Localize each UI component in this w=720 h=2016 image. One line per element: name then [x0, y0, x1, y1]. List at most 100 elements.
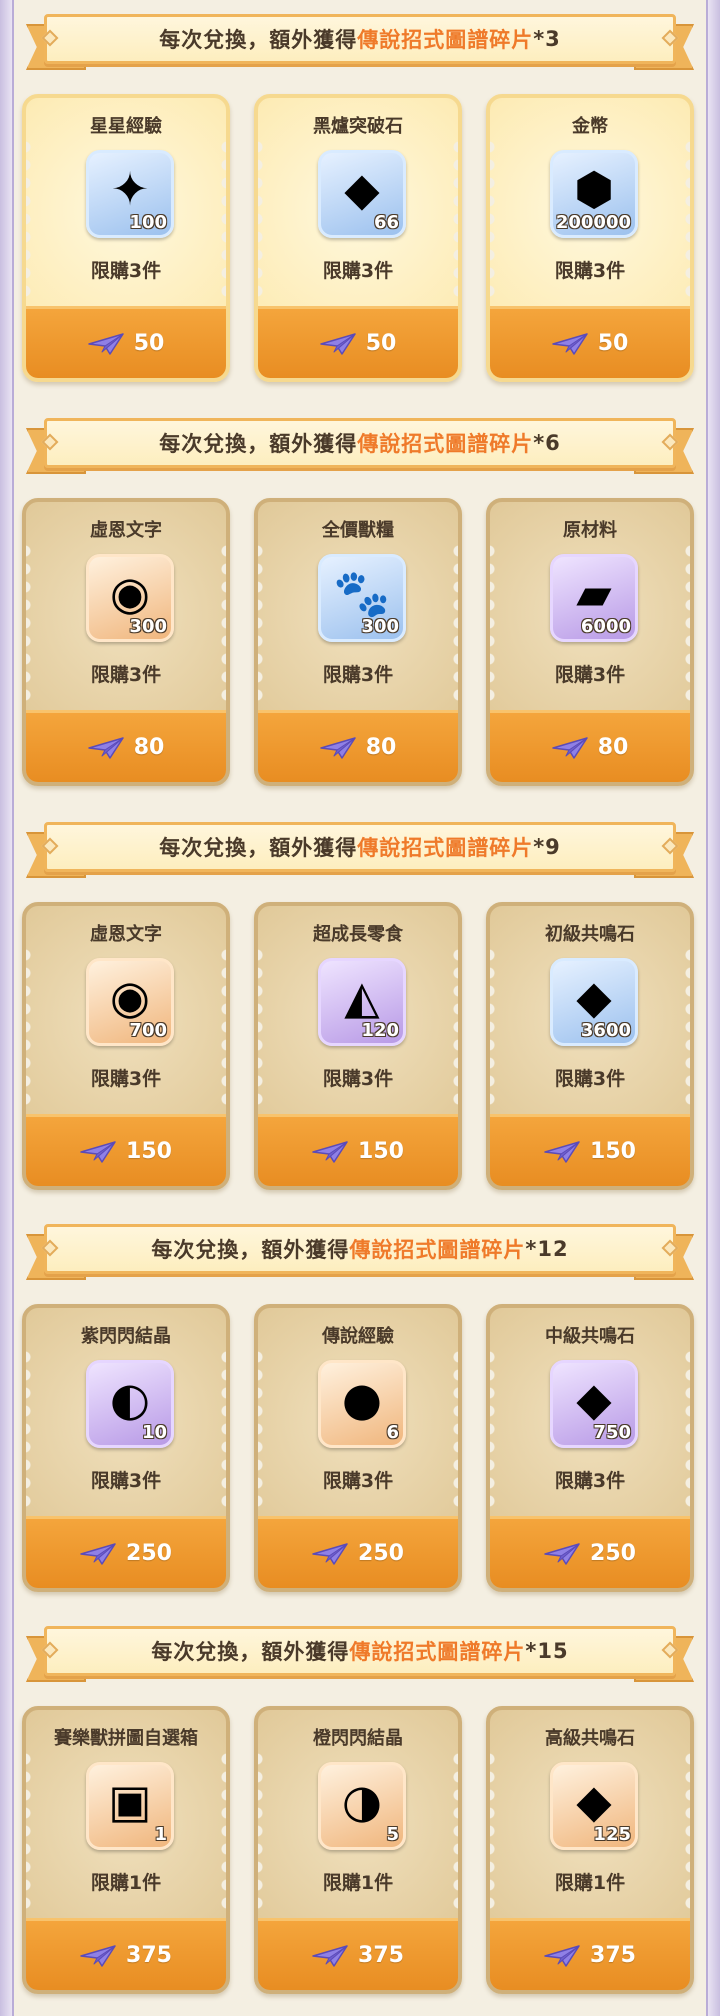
price-value: 50: [133, 331, 165, 356]
orange-cat-crystal-icon: ◑: [341, 1774, 383, 1828]
item-icon-frame: ◑ 5: [318, 1762, 406, 1850]
purchase-limit: 限購1件: [322, 1872, 394, 1894]
buy-button[interactable]: 50: [258, 306, 458, 378]
buy-button[interactable]: 250: [258, 1516, 458, 1588]
blue-crystal-icon: ◆: [576, 970, 612, 1024]
price-value: 375: [590, 1943, 636, 1968]
buy-button[interactable]: 250: [490, 1516, 690, 1588]
item-card[interactable]: 初級共鳴石 ◆ 3600 限購3件 150: [486, 902, 694, 1190]
black-ore-icon: ◆: [344, 162, 380, 216]
gold-coin-icon: ⬢: [573, 162, 615, 216]
purchase-limit: 限購3件: [322, 1470, 394, 1492]
item-card[interactable]: 橙閃閃結晶 ◑ 5 限購1件 375: [254, 1706, 462, 1994]
item-icon-frame: ◆ 750: [550, 1360, 638, 1448]
item-card[interactable]: 虛恩文字 ◉ 700 限購3件 150: [22, 902, 230, 1190]
buy-button[interactable]: 150: [258, 1114, 458, 1186]
purchase-limit: 限購3件: [554, 1068, 626, 1090]
banner-highlight: 傳說招式圖譜碎片: [357, 28, 534, 52]
item-name: 賽樂獸拼圖自選箱: [54, 1728, 198, 1749]
item-name: 星星經驗: [90, 116, 162, 137]
item-card[interactable]: 賽樂獸拼圖自選箱 ▣ 1 限購1件 375: [22, 1706, 230, 1994]
item-card[interactable]: 中級共鳴石 ◆ 750 限購3件 250: [486, 1304, 694, 1592]
item-name: 橙閃閃結晶: [313, 1728, 403, 1749]
item-quantity: 5: [386, 1824, 399, 1845]
banner-text: 每次兌換，額外獲得 傳說招式圖譜碎片 *9: [44, 822, 676, 872]
purple-cat-crystal-icon: ◐: [109, 1372, 151, 1426]
bonus-banner: 每次兌換，額外獲得 傳說招式圖譜碎片 *9: [26, 822, 694, 880]
buy-button[interactable]: 150: [490, 1114, 690, 1186]
puzzle-chest-icon: ▣: [108, 1774, 152, 1828]
item-icon-frame: ▰ 6000: [550, 554, 638, 642]
price-value: 250: [358, 1541, 404, 1566]
bonus-banner: 每次兌換，額外獲得 傳說招式圖譜碎片 *6: [26, 418, 694, 476]
metal-ingot-icon: ▰: [576, 566, 612, 620]
purchase-limit: 限購3件: [554, 260, 626, 282]
price-value: 150: [126, 1139, 172, 1164]
price-value: 80: [597, 735, 629, 760]
paper-plane-icon: [319, 332, 356, 355]
banner-text: 每次兌換，額外獲得 傳說招式圖譜碎片 *12: [44, 1224, 676, 1274]
buy-button[interactable]: 375: [26, 1918, 226, 1990]
item-name: 金幣: [572, 116, 608, 137]
item-card[interactable]: 星星經驗 ✦ 100 限購3件 50: [22, 94, 230, 382]
purchase-limit: 限購1件: [554, 1872, 626, 1894]
item-quantity: 700: [129, 1020, 167, 1041]
item-quantity: 200000: [555, 212, 631, 233]
buy-button[interactable]: 375: [490, 1918, 690, 1990]
item-card[interactable]: 超成長零食 ◭ 120 限購3件 150: [254, 902, 462, 1190]
buy-button[interactable]: 150: [26, 1114, 226, 1186]
item-quantity: 100: [129, 212, 167, 233]
buy-button[interactable]: 80: [26, 710, 226, 782]
banner-suffix: *12: [525, 1237, 569, 1261]
buy-button[interactable]: 50: [26, 306, 226, 378]
item-card[interactable]: 金幣 ⬢ 200000 限購3件 50: [486, 94, 694, 382]
buy-button[interactable]: 50: [490, 306, 690, 378]
item-card[interactable]: 傳說經驗 ● 6 限購3件 250: [254, 1304, 462, 1592]
buy-button[interactable]: 80: [490, 710, 690, 782]
item-card-row: 紫閃閃結晶 ◐ 10 限購3件 250 傳說經驗 ● 6 限購3件 250 中級…: [22, 1304, 698, 1592]
rune-orb-icon: ◉: [109, 566, 151, 620]
item-card[interactable]: 高級共鳴石 ◆ 125 限購1件 375: [486, 1706, 694, 1994]
cheese-snack-icon: ◭: [344, 970, 380, 1024]
rune-orb-icon: ◉: [109, 970, 151, 1024]
item-quantity: 6000: [580, 616, 631, 637]
item-icon-frame: ◆ 66: [318, 150, 406, 238]
exchange-tier: 每次兌換，額外獲得 傳說招式圖譜碎片 *12 紫閃閃結晶 ◐ 10 限購3件 250…: [14, 1210, 706, 1610]
purchase-limit: 限購3件: [90, 1470, 162, 1492]
purchase-limit: 限購3件: [90, 664, 162, 686]
buy-button[interactable]: 375: [258, 1918, 458, 1990]
item-icon-frame: ◉ 700: [86, 958, 174, 1046]
banner-prefix: 每次兌換，額外獲得: [159, 836, 358, 860]
paper-plane-icon: [312, 1140, 348, 1163]
item-quantity: 6: [386, 1422, 399, 1443]
item-quantity: 66: [373, 212, 399, 233]
item-card[interactable]: 全價獸糧 🐾 300 限購3件 80: [254, 498, 462, 786]
price-value: 150: [358, 1139, 404, 1164]
item-icon-frame: ◭ 120: [318, 958, 406, 1046]
item-name: 紫閃閃結晶: [81, 1326, 171, 1347]
item-card-row: 賽樂獸拼圖自選箱 ▣ 1 限購1件 375 橙閃閃結晶 ◑ 5 限購1件 375: [22, 1706, 698, 1994]
banner-highlight: 傳說招式圖譜碎片: [349, 1238, 526, 1262]
item-quantity: 10: [141, 1422, 167, 1443]
gold-crystal-icon: ◆: [576, 1774, 612, 1828]
item-card[interactable]: 紫閃閃結晶 ◐ 10 限購3件 250: [22, 1304, 230, 1592]
paper-plane-icon: [551, 332, 588, 355]
paper-plane-icon: [80, 1944, 116, 1967]
item-quantity: 3600: [580, 1020, 631, 1041]
purchase-limit: 限購3件: [322, 664, 394, 686]
item-quantity: 300: [129, 616, 167, 637]
paper-plane-icon: [80, 1542, 116, 1565]
paper-plane-icon: [87, 332, 124, 355]
item-card[interactable]: 黑爐突破石 ◆ 66 限購3件 50: [254, 94, 462, 382]
item-card[interactable]: 虛恩文字 ◉ 300 限購3件 80: [22, 498, 230, 786]
item-card[interactable]: 原材料 ▰ 6000 限購3件 80: [486, 498, 694, 786]
item-name: 原材料: [563, 520, 617, 541]
item-quantity: 120: [361, 1020, 399, 1041]
banner-suffix: *3: [533, 27, 561, 51]
paper-plane-icon: [87, 736, 124, 759]
buy-button[interactable]: 80: [258, 710, 458, 782]
purchase-limit: 限購3件: [322, 260, 394, 282]
banner-prefix: 每次兌換，額外獲得: [151, 1640, 350, 1664]
buy-button[interactable]: 250: [26, 1516, 226, 1588]
banner-prefix: 每次兌換，額外獲得: [151, 1238, 350, 1262]
